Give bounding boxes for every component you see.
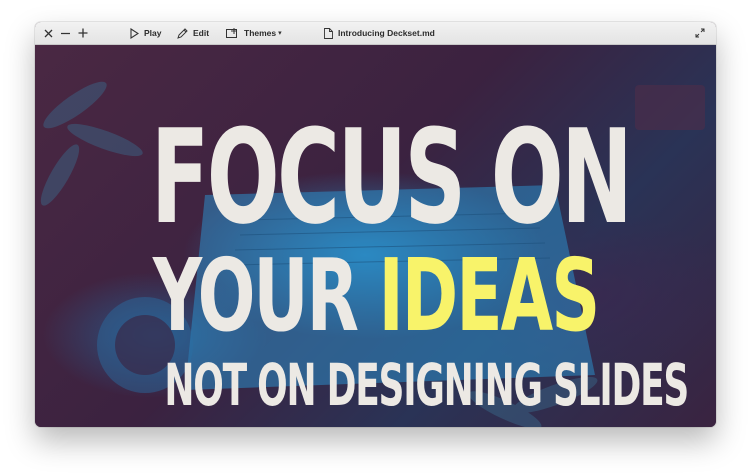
document-icon: [324, 27, 333, 39]
edit-label: Edit: [193, 28, 210, 38]
play-label: Play: [144, 28, 162, 38]
themes-icon: [226, 27, 237, 38]
play-button[interactable]: Play: [130, 22, 162, 44]
chevron-down-icon: ▾: [278, 30, 282, 37]
edit-button[interactable]: Edit: [177, 22, 209, 44]
headline-line-2: YOUR IDEAS: [144, 246, 607, 346]
zoom-button[interactable]: [78, 22, 88, 44]
close-button[interactable]: [44, 22, 53, 44]
fullscreen-button[interactable]: [695, 22, 705, 44]
document-title-text: Introducing Deckset.md: [338, 28, 435, 38]
headline-accent-word: IDEAS: [378, 237, 601, 354]
expand-icon: [695, 28, 705, 38]
play-icon: [130, 27, 139, 39]
document-title: Introducing Deckset.md: [324, 22, 435, 44]
headline-line-2-text: YOUR: [152, 237, 379, 354]
toolbar: Play Edit Themes ▾ Introducing Deckset.m…: [35, 22, 716, 45]
minus-icon: [61, 32, 70, 34]
headline-line-3: NOT ON DESIGNING SLIDES: [164, 351, 689, 419]
close-icon: [44, 29, 53, 37]
plus-icon: [78, 28, 88, 38]
themes-label: Themes: [244, 28, 277, 38]
app-window: Play Edit Themes ▾ Introducing Deckset.m…: [35, 22, 716, 427]
minimize-button[interactable]: [60, 22, 71, 44]
slide-canvas: FOCUS ON YOUR IDEAS NOT ON DESIGNING SLI…: [35, 45, 716, 427]
headline-line-1: FOCUS ON: [150, 101, 633, 253]
themes-button[interactable]: Themes ▾: [226, 22, 282, 44]
pencil-icon: [177, 27, 188, 39]
